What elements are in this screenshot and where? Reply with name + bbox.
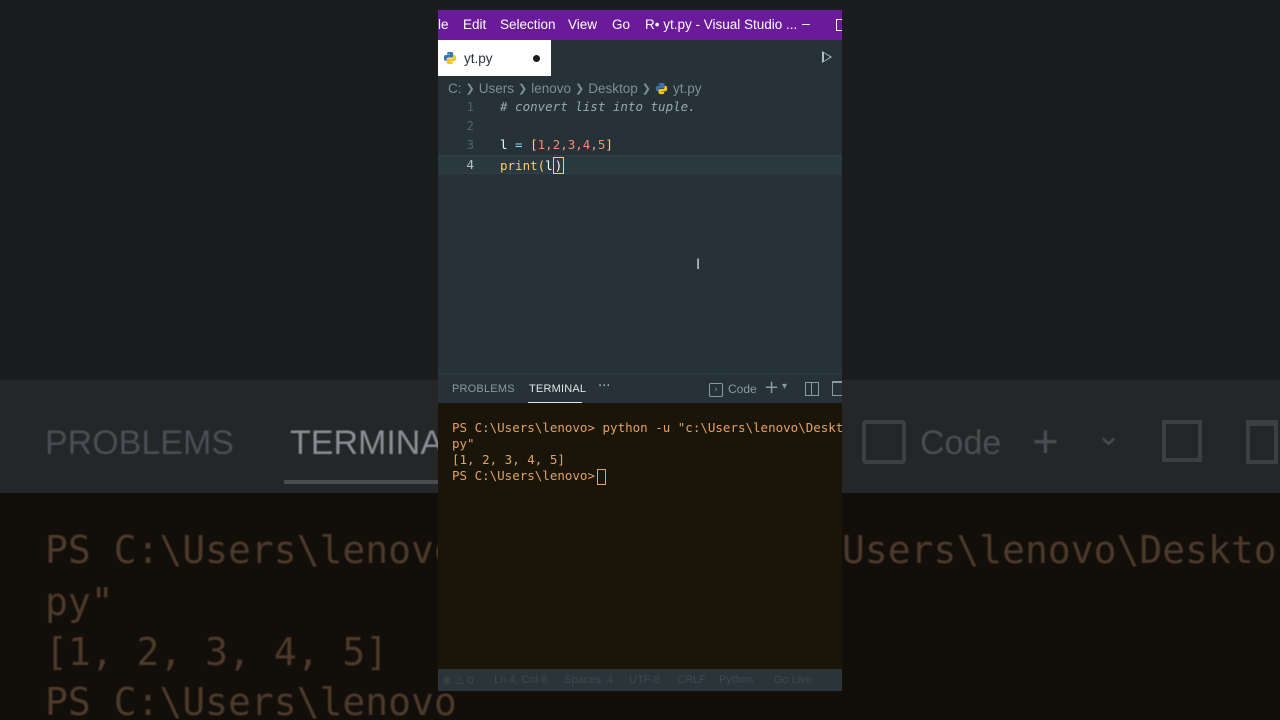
bg-split-icon: [1162, 420, 1202, 462]
new-terminal-plus-icon[interactable]: +: [764, 377, 779, 398]
code-argument: l: [545, 158, 553, 173]
code-bracket: ]: [605, 137, 613, 152]
run-icon[interactable]: [822, 51, 832, 63]
bg-terminal-underline: [284, 480, 438, 484]
panel-tab-bar: PROBLEMS TERMINAL ··· › Code + ▾: [438, 373, 842, 404]
breadcrumb: C: ❯ Users ❯ lenovo ❯ Desktop ❯ yt.py: [448, 80, 701, 96]
line-number: 1: [466, 99, 474, 114]
terminal-line: [1, 2, 3, 4, 5]: [452, 452, 565, 467]
status-bar: ⊗ ⚠ 0 Ln 4, Col 6 Spaces: 4 UTF-8 CRLF P…: [438, 669, 842, 691]
maximize-button[interactable]: [836, 19, 842, 31]
bg-terminal-text: TERMINA: [290, 424, 443, 462]
split-terminal-icon[interactable]: [805, 382, 819, 396]
terminal-line: PS C:\Users\lenovo> python -u "c:\Users\…: [452, 420, 842, 435]
terminal-shell-name[interactable]: Code: [728, 382, 757, 396]
terminal-shell-icon: ›: [709, 383, 723, 397]
status-cursor-position[interactable]: Ln 4, Col 6: [494, 674, 547, 686]
tab-terminal[interactable]: TERMINAL: [529, 383, 586, 395]
bg-shell-icon: [862, 420, 906, 464]
bg-term-line1: PS C:\Users\lenovo: [45, 528, 457, 572]
chevron-down-icon[interactable]: ▾: [782, 381, 787, 392]
more-actions-icon[interactable]: ···: [598, 379, 610, 394]
code-variable: l: [500, 137, 508, 152]
tab-label: yt.py: [464, 51, 493, 66]
menu-file[interactable]: le: [438, 17, 449, 32]
code-editor[interactable]: 1 # convert list into tuple. 2 3 l = [1,…: [438, 98, 842, 368]
line-number: 4: [466, 157, 474, 172]
menu-edit[interactable]: Edit: [463, 17, 486, 32]
text-cursor-icon: I: [696, 257, 701, 273]
terminal-line: py": [452, 436, 475, 451]
bg-code-text: Code: [920, 424, 1002, 462]
breadcrumb-users[interactable]: Users: [479, 81, 514, 96]
breadcrumb-drive[interactable]: C:: [448, 81, 462, 96]
menu-selection[interactable]: Selection: [500, 17, 556, 32]
bg-term-line1-right: Users\lenovo\Deskto: [842, 528, 1277, 572]
code-bracket: [: [530, 137, 538, 152]
menu-view[interactable]: View: [568, 17, 597, 32]
code-operator: =: [507, 137, 531, 152]
code-line: 1 # convert list into tuple.: [438, 98, 842, 117]
bg-trash-icon: [1246, 420, 1278, 464]
bg-term-line3: [1, 2, 3, 4, 5]: [45, 630, 389, 674]
status-indentation[interactable]: Spaces: 4: [564, 674, 613, 686]
bg-problems-text: PROBLEMS: [45, 424, 234, 462]
code-comment: # convert list into tuple.: [500, 99, 696, 114]
bg-chevron-icon: ⌄: [1096, 419, 1122, 452]
breadcrumb-file[interactable]: yt.py: [673, 81, 702, 96]
python-icon: [443, 51, 457, 65]
terminal-output[interactable]: PS C:\Users\lenovo> python -u "c:\Users\…: [438, 403, 842, 679]
chevron-right-icon: ❯: [465, 82, 475, 95]
tab-yt-py[interactable]: yt.py: [438, 40, 551, 76]
code-line: 3 l = [1,2,3,4,5]: [438, 136, 842, 155]
code-line: 2: [438, 117, 842, 136]
terminal-prompt: PS C:\Users\lenovo>: [452, 468, 595, 483]
breadcrumb-desktop[interactable]: Desktop: [588, 81, 638, 96]
tab-problems[interactable]: PROBLEMS: [452, 383, 515, 395]
line-number: 3: [466, 137, 474, 152]
line-number: 2: [466, 118, 474, 133]
status-encoding[interactable]: UTF-8: [629, 674, 660, 686]
code-statement: print(l): [500, 157, 565, 174]
menu-go[interactable]: Go: [612, 17, 630, 32]
code-function: print: [500, 158, 538, 173]
terminal-prompt-line: PS C:\Users\lenovo>: [452, 468, 606, 485]
code-statement: l = [1,2,3,4,5]: [500, 137, 613, 152]
window-title: R• yt.py - Visual Studio ...: [645, 17, 798, 32]
trash-icon[interactable]: [832, 381, 842, 396]
status-go-live[interactable]: Go Live: [774, 674, 812, 686]
title-bar: le Edit Selection View Go R• yt.py - Vis…: [438, 10, 842, 40]
code-list-items: 1,2,3,4,5: [537, 137, 606, 152]
chevron-right-icon: ❯: [517, 82, 528, 95]
matching-paren-cursor: ): [552, 157, 565, 174]
bg-term-line4: PS C:\Users\lenovo: [45, 680, 457, 720]
code-line-active: 4 print(l): [438, 155, 842, 174]
bg-plus-icon: +: [1032, 415, 1059, 467]
modified-dot-icon[interactable]: [533, 55, 540, 62]
status-problems[interactable]: ⊗ ⚠ 0: [442, 674, 473, 687]
status-eol[interactable]: CRLF: [677, 674, 706, 686]
terminal-cursor: [597, 468, 606, 485]
status-language[interactable]: Python: [719, 674, 753, 686]
editor-tab-bar: yt.py: [438, 40, 842, 76]
breadcrumb-lenovo[interactable]: lenovo: [531, 81, 571, 96]
chevron-right-icon: ❯: [575, 82, 585, 95]
python-icon: [655, 82, 668, 95]
bg-term-line2: py": [45, 580, 114, 624]
vscode-window: le Edit Selection View Go R• yt.py - Vis…: [438, 10, 842, 691]
minimize-button[interactable]: –: [802, 15, 810, 31]
chevron-right-icon: ❯: [641, 82, 651, 95]
